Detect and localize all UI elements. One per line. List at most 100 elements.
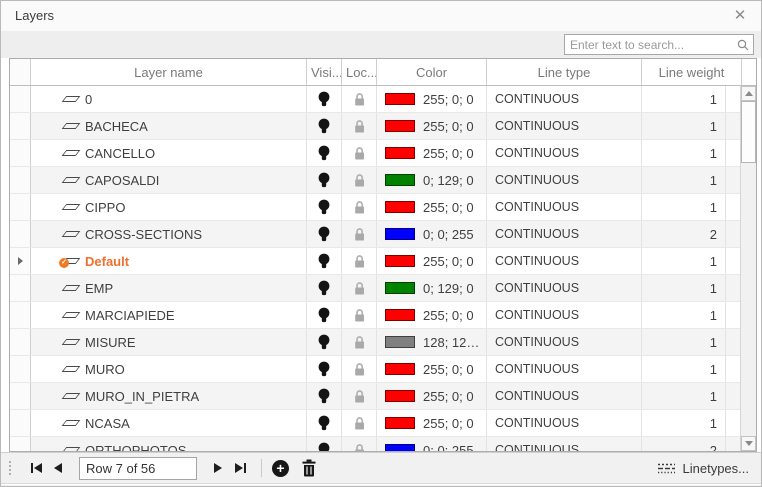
bulb-on-icon[interactable] xyxy=(318,226,330,243)
line-weight-cell[interactable]: 1 xyxy=(642,410,726,436)
bulb-on-icon[interactable] xyxy=(318,307,330,324)
lock-cell[interactable] xyxy=(342,140,377,166)
layer-name-cell[interactable]: ✓ MISURE xyxy=(31,329,307,355)
search-box[interactable] xyxy=(564,34,754,55)
visibility-cell[interactable] xyxy=(307,410,342,436)
line-weight-cell[interactable]: 2 xyxy=(642,437,726,451)
color-cell[interactable]: 255; 0; 0 xyxy=(377,248,487,274)
layer-name-cell[interactable]: ✓ MURO xyxy=(31,356,307,382)
table-row[interactable]: ✓ MURO 255; 0; 0 CONTINUOUS 1 xyxy=(10,356,740,383)
header-line-weight[interactable]: Line weight xyxy=(642,59,742,85)
lock-cell[interactable] xyxy=(342,221,377,247)
lock-cell[interactable] xyxy=(342,275,377,301)
row-status-input[interactable] xyxy=(79,457,197,480)
delete-layer-trash-icon[interactable] xyxy=(301,459,317,477)
color-cell[interactable]: 0; 0; 255 xyxy=(377,437,487,451)
visibility-cell[interactable] xyxy=(307,275,342,301)
first-row-button[interactable] xyxy=(25,457,47,479)
layer-name-cell[interactable]: ✓ Default xyxy=(31,248,307,274)
lock-icon[interactable] xyxy=(353,254,366,269)
lock-icon[interactable] xyxy=(353,335,366,350)
color-swatch[interactable] xyxy=(385,174,415,186)
color-cell[interactable]: 255; 0; 0 xyxy=(377,410,487,436)
table-row[interactable]: ✓ NCASA 255; 0; 0 CONTINUOUS 1 xyxy=(10,410,740,437)
lock-icon[interactable] xyxy=(353,200,366,215)
layer-name-cell[interactable]: ✓ MURO_IN_PIETRA xyxy=(31,383,307,409)
layer-name-cell[interactable]: ✓ CROSS-SECTIONS xyxy=(31,221,307,247)
last-row-button[interactable] xyxy=(229,457,251,479)
lock-cell[interactable] xyxy=(342,329,377,355)
bulb-on-icon[interactable] xyxy=(318,334,330,351)
next-row-button[interactable] xyxy=(207,457,229,479)
bulb-on-icon[interactable] xyxy=(318,118,330,135)
table-row[interactable]: ✓ CAPOSALDI 0; 129; 0 CONTINUOUS 1 xyxy=(10,167,740,194)
visibility-cell[interactable] xyxy=(307,194,342,220)
table-row[interactable]: ✓ MARCIAPIEDE 255; 0; 0 CONTINUOUS 1 xyxy=(10,302,740,329)
scroll-up-icon[interactable] xyxy=(741,86,756,101)
line-weight-cell[interactable]: 1 xyxy=(642,86,726,112)
visibility-cell[interactable] xyxy=(307,302,342,328)
color-swatch[interactable] xyxy=(385,309,415,321)
visibility-cell[interactable] xyxy=(307,248,342,274)
line-weight-cell[interactable]: 1 xyxy=(642,167,726,193)
scroll-down-icon[interactable] xyxy=(741,436,756,451)
color-swatch[interactable] xyxy=(385,255,415,267)
color-cell[interactable]: 255; 0; 0 xyxy=(377,194,487,220)
table-row[interactable]: ✓ CROSS-SECTIONS 0; 0; 255 CONTINUOUS 2 xyxy=(10,221,740,248)
header-locked[interactable]: Loc... xyxy=(342,59,377,85)
lock-icon[interactable] xyxy=(353,362,366,377)
visibility-cell[interactable] xyxy=(307,383,342,409)
color-swatch[interactable] xyxy=(385,444,415,451)
layer-name-cell[interactable]: ✓ CAPOSALDI xyxy=(31,167,307,193)
lock-cell[interactable] xyxy=(342,86,377,112)
line-weight-cell[interactable]: 1 xyxy=(642,140,726,166)
layer-name-cell[interactable]: ✓ 0 xyxy=(31,86,307,112)
color-cell[interactable]: 255; 0; 0 xyxy=(377,113,487,139)
table-row[interactable]: ✓ CANCELLO 255; 0; 0 CONTINUOUS 1 xyxy=(10,140,740,167)
line-type-cell[interactable]: CONTINUOUS xyxy=(487,329,642,355)
color-swatch[interactable] xyxy=(385,120,415,132)
lock-icon[interactable] xyxy=(353,146,366,161)
bulb-on-icon[interactable] xyxy=(318,253,330,270)
bulb-on-icon[interactable] xyxy=(318,172,330,189)
header-line-type[interactable]: Line type xyxy=(487,59,642,85)
color-swatch[interactable] xyxy=(385,201,415,213)
table-row[interactable]: ✓ MURO_IN_PIETRA 255; 0; 0 CONTINUOUS 1 xyxy=(10,383,740,410)
linetypes-button[interactable]: Linetypes... xyxy=(653,458,754,479)
color-cell[interactable]: 255; 0; 0 xyxy=(377,383,487,409)
color-swatch[interactable] xyxy=(385,228,415,240)
color-swatch[interactable] xyxy=(385,282,415,294)
search-input[interactable] xyxy=(565,38,736,52)
add-layer-button[interactable]: + xyxy=(272,460,289,477)
color-cell[interactable]: 0; 0; 255 xyxy=(377,221,487,247)
lock-icon[interactable] xyxy=(353,92,366,107)
header-color[interactable]: Color xyxy=(377,59,487,85)
layer-name-cell[interactable]: ✓ CIPPO xyxy=(31,194,307,220)
lock-cell[interactable] xyxy=(342,248,377,274)
bulb-on-icon[interactable] xyxy=(318,145,330,162)
line-type-cell[interactable]: CONTINUOUS xyxy=(487,248,642,274)
lock-icon[interactable] xyxy=(353,281,366,296)
visibility-cell[interactable] xyxy=(307,167,342,193)
visibility-cell[interactable] xyxy=(307,329,342,355)
line-weight-cell[interactable]: 1 xyxy=(642,329,726,355)
layer-name-cell[interactable]: ✓ BACHECA xyxy=(31,113,307,139)
previous-row-button[interactable] xyxy=(47,457,69,479)
color-cell[interactable]: 255; 0; 0 xyxy=(377,302,487,328)
lock-icon[interactable] xyxy=(353,119,366,134)
line-type-cell[interactable]: CONTINUOUS xyxy=(487,356,642,382)
lock-cell[interactable] xyxy=(342,167,377,193)
color-swatch[interactable] xyxy=(385,417,415,429)
line-type-cell[interactable]: CONTINUOUS xyxy=(487,275,642,301)
close-icon[interactable]: ✕ xyxy=(729,5,751,27)
line-weight-cell[interactable]: 1 xyxy=(642,248,726,274)
header-layer-name[interactable]: Layer name xyxy=(31,59,307,85)
lock-icon[interactable] xyxy=(353,389,366,404)
lock-icon[interactable] xyxy=(353,443,366,452)
visibility-cell[interactable] xyxy=(307,86,342,112)
color-swatch[interactable] xyxy=(385,390,415,402)
lock-icon[interactable] xyxy=(353,227,366,242)
bulb-on-icon[interactable] xyxy=(318,361,330,378)
toolbar-grip-icon[interactable] xyxy=(9,461,11,475)
table-row[interactable]: ✓ Default 255; 0; 0 CONTINUOUS 1 xyxy=(10,248,740,275)
